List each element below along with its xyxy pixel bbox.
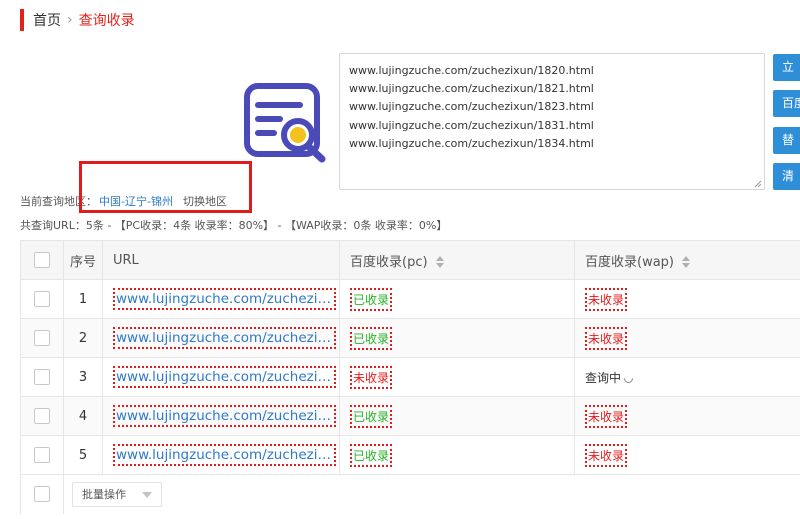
row-checkbox[interactable] [34, 408, 50, 424]
pc-status-badge: 未收录 [350, 365, 393, 389]
pc-status-badge: 已收录 [350, 443, 393, 467]
table-row: 4 www.lujingzuche.com/zuchezixun/1831.ht… [20, 396, 800, 436]
url-input[interactable]: www.lujingzuche.com/zuchezixun/1820.html… [339, 53, 765, 190]
results-table: 序号 URL 百度收录(pc) 百度收录(wap) 1 www.lujingzu… [20, 240, 800, 514]
breadcrumb-accent-bar [20, 9, 24, 31]
table-header-row: 序号 URL 百度收录(pc) 百度收录(wap) [20, 240, 800, 280]
row-checkbox[interactable] [34, 330, 50, 346]
wap-status-badge: 未收录 [585, 404, 628, 428]
breadcrumb-separator: › [67, 12, 73, 28]
header-wap-label: 百度收录(wap) [585, 254, 674, 270]
breadcrumb-current: 查询收录 [78, 13, 135, 29]
baidu-button[interactable]: 百度 [773, 90, 800, 117]
table-row: 3 www.lujingzuche.com/zuchezixun/1823.ht… [20, 357, 800, 397]
loading-spinner-icon [622, 371, 635, 385]
header-url: URL [102, 240, 340, 280]
row-checkbox[interactable] [34, 447, 50, 463]
wap-status-badge: 未收录 [585, 326, 628, 350]
query-summary: 共查询URL：5条 - 【PC收录：4条 收录率：80%】 - 【WAP收录：0… [20, 219, 448, 232]
wap-status-badge: 未收录 [585, 287, 628, 311]
chevron-down-icon [142, 491, 152, 498]
clear-button[interactable]: 清 [773, 163, 800, 190]
row-index: 5 [63, 435, 103, 475]
breadcrumb: 首页 › 查询收录 [20, 9, 135, 31]
row-index: 2 [63, 318, 103, 358]
header-index: 序号 [63, 240, 103, 280]
wap-status-loading: 查询中 [585, 370, 622, 385]
sort-icon[interactable] [435, 256, 444, 268]
pc-status-badge: 已收录 [350, 326, 393, 350]
row-index: 3 [63, 357, 103, 397]
footer-checkbox[interactable] [34, 486, 50, 503]
row-index: 1 [63, 279, 103, 319]
row-url-link[interactable]: www.lujingzuche.com/zuchezixun/1834.html [113, 444, 336, 466]
pc-status-badge: 已收录 [350, 287, 393, 311]
wap-status-badge: 未收录 [585, 443, 628, 467]
row-index: 4 [63, 396, 103, 436]
document-search-icon [244, 83, 326, 163]
header-wap[interactable]: 百度收录(wap) [574, 240, 800, 280]
row-url-link[interactable]: www.lujingzuche.com/zuchezixun/1823.html [113, 366, 336, 388]
highlight-box [79, 161, 252, 213]
table-row: 2 www.lujingzuche.com/zuchezixun/1821.ht… [20, 318, 800, 358]
header-select-all[interactable] [20, 240, 64, 280]
table-footer-row: 批量操作 [20, 474, 800, 514]
table-row: 1 www.lujingzuche.com/zuchezixun/1820.ht… [20, 279, 800, 319]
sort-icon[interactable] [682, 256, 690, 268]
query-button[interactable]: 立 [773, 54, 800, 81]
row-checkbox[interactable] [34, 369, 50, 385]
select-all-checkbox[interactable] [34, 252, 50, 268]
breadcrumb-home[interactable]: 首页 [33, 10, 61, 30]
row-url-link[interactable]: www.lujingzuche.com/zuchezixun/1820.html [113, 288, 336, 310]
resize-grip-icon[interactable] [754, 180, 762, 188]
table-row: 5 www.lujingzuche.com/zuchezixun/1834.ht… [20, 435, 800, 475]
header-pc-label: 百度收录(pc) [350, 254, 428, 270]
row-url-link[interactable]: www.lujingzuche.com/zuchezixun/1821.html [113, 327, 336, 349]
batch-action-label: 批量操作 [82, 487, 126, 501]
row-url-link[interactable]: www.lujingzuche.com/zuchezixun/1831.html [113, 405, 336, 427]
pc-status-badge: 已收录 [350, 404, 393, 428]
header-pc[interactable]: 百度收录(pc) [339, 240, 575, 280]
replace-button[interactable]: 替 [773, 127, 800, 154]
batch-action-select[interactable]: 批量操作 [72, 481, 162, 507]
row-checkbox[interactable] [34, 291, 50, 307]
